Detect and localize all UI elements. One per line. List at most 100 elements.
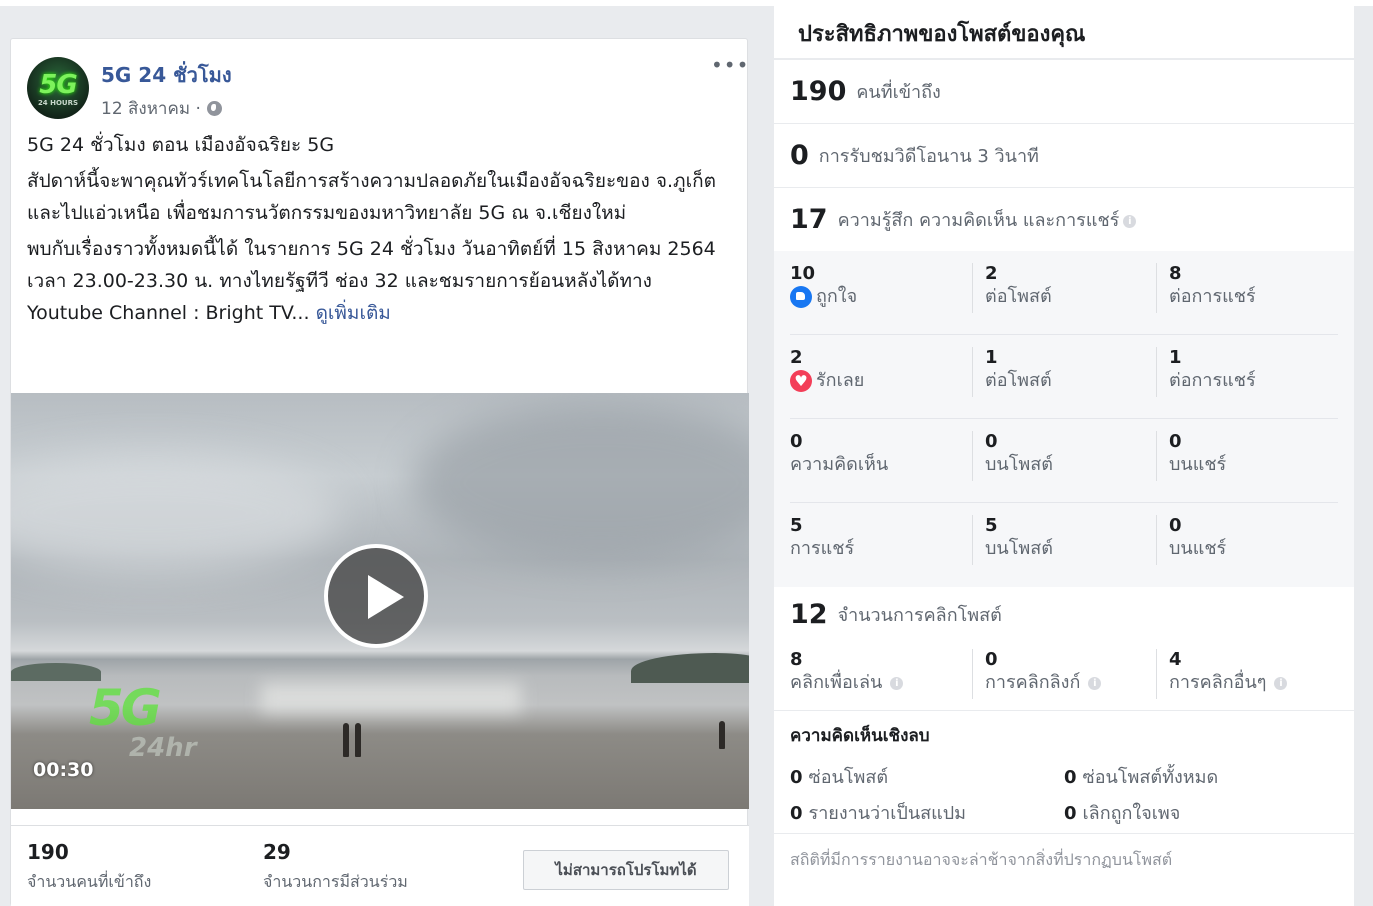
video-person	[719, 721, 725, 749]
page-avatar[interactable]: 5G 24 HOURS	[27, 57, 89, 119]
video-views-label: การรับชมวิดีโอนาน 3 วินาที	[818, 146, 1039, 167]
post-clicks-breakdown: 8 คลิกเพื่อเล่น i 0 การคลิกลิงก์ i 4 การคล…	[790, 649, 1338, 705]
play-button-icon[interactable]	[324, 544, 428, 648]
page-name-link[interactable]: 5G 24 ชั่วโมง	[101, 59, 232, 91]
shares-on-share-value: 0	[1169, 515, 1182, 536]
breakdown-row-comments: 0 ความคิดเห็น 0 บนโพสต์ 0 บนแชร์	[790, 419, 1338, 503]
post-headline: 5G 24 ชั่วโมง ตอน เมืองอัจฉริยะ 5G	[27, 134, 335, 156]
video-player[interactable]: 5G 24hr 00:30	[11, 393, 749, 809]
love-on-post-value: 1	[985, 347, 998, 368]
more-options-icon[interactable]: •••	[711, 53, 749, 77]
comments-on-share-value: 0	[1169, 431, 1182, 452]
like-icon	[790, 286, 812, 308]
video-hill	[631, 653, 749, 683]
video-cloud	[411, 403, 749, 563]
comments-value: 0	[790, 431, 803, 452]
post-footer: 190 จำนวนคนที่เข้าถึง 29 จำนวนการมีส่วนร…	[11, 825, 749, 906]
insights-title: ประสิทธิภาพของโพสต์ของคุณ	[798, 22, 1086, 47]
likes-on-post-label: ต่อโพสต์	[985, 286, 1052, 307]
hide-post-label: ซ่อนโพสต์	[808, 767, 889, 788]
hide-all-stat: 0 ซ่อนโพสต์ทั้งหมด	[1064, 762, 1218, 791]
comments-on-post-value: 0	[985, 431, 998, 452]
clicks-to-play-label-text: คลิกเพื่อเล่น	[790, 672, 883, 693]
video-duration: 00:30	[33, 759, 94, 781]
negative-feedback-title: ความคิดเห็นเชิงลบ	[790, 726, 930, 746]
video-cloud	[11, 453, 341, 573]
other-clicks: 4 การคลิกอื่นๆ i	[1156, 649, 1288, 699]
footer-engagement: 29 จำนวนการมีส่วนร่วม	[263, 840, 408, 895]
post-clicks-label: จำนวนการคลิกโพสต์	[837, 605, 1002, 626]
shares-on-share-label: บนแชร์	[1169, 538, 1227, 559]
link-clicks: 0 การคลิกลิงก์ i	[972, 649, 1102, 699]
likes-value: 10	[790, 263, 816, 284]
breakdown-row-shares: 5 การแชร์ 5 บนโพสต์ 0 บนแชร์	[790, 503, 1338, 587]
footer-reach-value: 190	[27, 840, 69, 864]
shares-on-post-label: บนโพสต์	[985, 538, 1053, 559]
metric-video-views: 0 การรับชมวิดีโอนาน 3 วินาที	[774, 124, 1354, 188]
footer-engagement-label: จำนวนการมีส่วนร่วม	[263, 872, 408, 891]
comments-label: ความคิดเห็น	[790, 454, 889, 475]
likes-on-post: 2 ต่อโพสต์	[972, 263, 1052, 313]
avatar-logo-text: 5G	[39, 70, 77, 100]
breakdown-row-love: 2 รักเลย 1 ต่อโพสต์ 1 ต่อการแชร์	[790, 335, 1338, 419]
breakdown-row-likes: 10 ถูกใจ 2 ต่อโพสต์ 8 ต่อการแชร์	[790, 251, 1338, 335]
video-watermark-24hr: 24hr	[129, 733, 197, 763]
post-clicks: 12 จำนวนการคลิกโพสต์ 8 คลิกเพื่อเล่น i 0 …	[774, 587, 1354, 711]
love-on-share-label: ต่อการแชร์	[1169, 370, 1256, 391]
info-icon[interactable]: i	[1274, 676, 1288, 690]
video-hill	[11, 663, 101, 681]
clicks-to-play-label: คลิกเพื่อเล่น i	[790, 671, 904, 695]
post-paragraph-1: สัปดาห์นี้จะพาคุณทัวร์เทคโนโลยีการสร้างค…	[27, 170, 716, 224]
comments-on-post: 0 บนโพสต์	[972, 431, 1053, 481]
reaction-breakdown: 10 ถูกใจ 2 ต่อโพสต์ 8 ต่อการแชร์ 2 รักเล…	[774, 251, 1354, 587]
globe-icon[interactable]	[206, 101, 222, 116]
engagements-label: ความรู้สึก ความคิดเห็น และการแชร์ i	[838, 205, 1137, 234]
report-spam-label: รายงานว่าเป็นสแปม	[808, 803, 967, 824]
comments-total: 0 ความคิดเห็น	[790, 431, 888, 477]
link-clicks-value: 0	[985, 649, 998, 670]
clicks-to-play: 8 คลิกเพื่อเล่น i	[790, 649, 904, 695]
post-clicks-header: 12 จำนวนการคลิกโพสต์	[790, 599, 1002, 630]
likes-on-share-label: ต่อการแชร์	[1169, 286, 1256, 307]
footer-reach-label: จำนวนคนที่เข้าถึง	[27, 872, 152, 891]
love-total: 2 รักเลย	[790, 347, 864, 393]
post-date[interactable]: 12 สิงหาคม ·	[101, 95, 201, 122]
shares-label: การแชร์	[790, 538, 855, 559]
post-card: 5G 24 HOURS 5G 24 ชั่วโมง 12 สิงหาคม · •…	[10, 38, 749, 906]
clicks-to-play-value: 8	[790, 649, 803, 670]
love-icon	[790, 370, 812, 392]
metric-engagements: 17 ความรู้สึก ความคิดเห็น และการแชร์ i	[774, 188, 1354, 252]
info-icon[interactable]: i	[890, 676, 904, 690]
info-icon[interactable]: i	[1088, 676, 1102, 690]
other-clicks-label: การคลิกอื่นๆ i	[1169, 671, 1288, 695]
love-value: 2	[790, 347, 803, 368]
hide-all-value: 0	[1064, 767, 1077, 788]
video-person	[355, 723, 361, 757]
love-label-text: รักเลย	[816, 370, 865, 391]
see-more-link[interactable]: ดูเพิ่มเติม	[316, 302, 391, 324]
love-on-share-value: 1	[1169, 347, 1182, 368]
love-on-post: 1 ต่อโพสต์	[972, 347, 1052, 397]
link-clicks-label-text: การคลิกลิงก์	[985, 672, 1081, 693]
post-text: 5G 24 ชั่วโมง ตอน เมืองอัจฉริยะ 5G สัปดา…	[27, 129, 727, 333]
shares-on-post-value: 5	[985, 515, 998, 536]
post-clicks-value: 12	[790, 599, 828, 630]
likes-on-share: 8 ต่อการแชร์	[1156, 263, 1256, 313]
link-clicks-label: การคลิกลิงก์ i	[985, 671, 1102, 695]
likes-total: 10 ถูกใจ	[790, 263, 857, 309]
promote-button[interactable]: ไม่สามารถโปรโมทได้	[523, 850, 729, 890]
likes-on-post-value: 2	[985, 263, 998, 284]
shares-on-post: 5 บนโพสต์	[972, 515, 1053, 565]
shares-value: 5	[790, 515, 803, 536]
info-icon[interactable]: i	[1123, 214, 1137, 228]
comments-on-post-label: บนโพสต์	[985, 454, 1053, 475]
engagements-label-text: ความรู้สึก ความคิดเห็น และการแชร์	[837, 210, 1120, 231]
other-clicks-value: 4	[1169, 649, 1182, 670]
comments-on-share: 0 บนแชร์	[1156, 431, 1226, 481]
likes-on-share-value: 8	[1169, 263, 1182, 284]
video-views-value: 0	[790, 140, 809, 171]
likes-label: ถูกใจ	[790, 285, 857, 309]
report-spam-stat: 0 รายงานว่าเป็นสแปม	[790, 798, 966, 827]
avatar-logo-subtext: 24 HOURS	[37, 99, 79, 107]
hide-post-stat: 0 ซ่อนโพสต์	[790, 762, 888, 791]
